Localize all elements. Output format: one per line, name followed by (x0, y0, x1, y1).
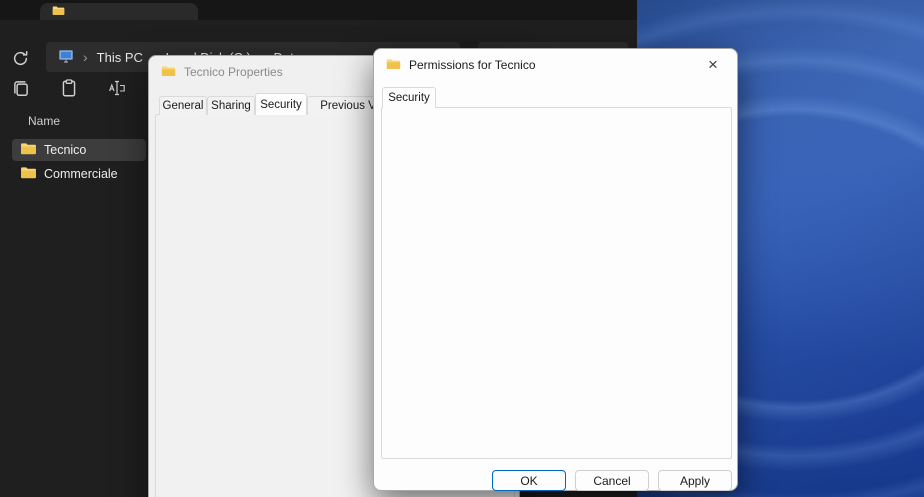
screen: › This PC › Local Disk (C:) › Data › (0, 0, 924, 497)
paste-icon (59, 78, 79, 98)
permissions-dialog: Permissions for Tecnico × Security Objec… (373, 48, 738, 491)
copy-button[interactable] (9, 76, 33, 100)
rename-button[interactable] (105, 76, 129, 100)
security-tab-page (381, 107, 732, 459)
tab-sharing[interactable]: Sharing (207, 96, 255, 115)
file-row-tecnico[interactable]: Tecnico (12, 139, 146, 161)
folder-icon (161, 65, 176, 80)
apply-button[interactable]: Apply (658, 470, 732, 491)
permissions-title-bar[interactable]: Permissions for Tecnico (374, 49, 737, 81)
dialog-title: Permissions for Tecnico (409, 58, 536, 72)
ok-button[interactable]: OK (492, 470, 566, 491)
cancel-button[interactable]: Cancel (575, 470, 649, 491)
close-icon: × (708, 55, 718, 75)
tab-security[interactable]: Security (382, 87, 436, 108)
rename-icon (107, 79, 127, 97)
tab-security[interactable]: Security (255, 93, 307, 115)
folder-icon (52, 3, 65, 21)
tab-general[interactable]: General (159, 96, 207, 115)
file-name: Tecnico (44, 143, 86, 157)
folder-icon (20, 142, 37, 158)
explorer-tab-strip (0, 0, 637, 20)
dialog-title: Tecnico Properties (184, 65, 283, 79)
close-button[interactable]: × (697, 50, 729, 80)
folder-icon (386, 58, 401, 73)
folder-icon (20, 166, 37, 182)
column-header-name[interactable]: Name (28, 114, 60, 128)
explorer-tab[interactable] (40, 3, 198, 20)
copy-icon (11, 78, 31, 98)
file-name: Commerciale (44, 167, 118, 181)
paste-button[interactable] (57, 76, 81, 100)
file-row-commerciale[interactable]: Commerciale (12, 163, 146, 185)
